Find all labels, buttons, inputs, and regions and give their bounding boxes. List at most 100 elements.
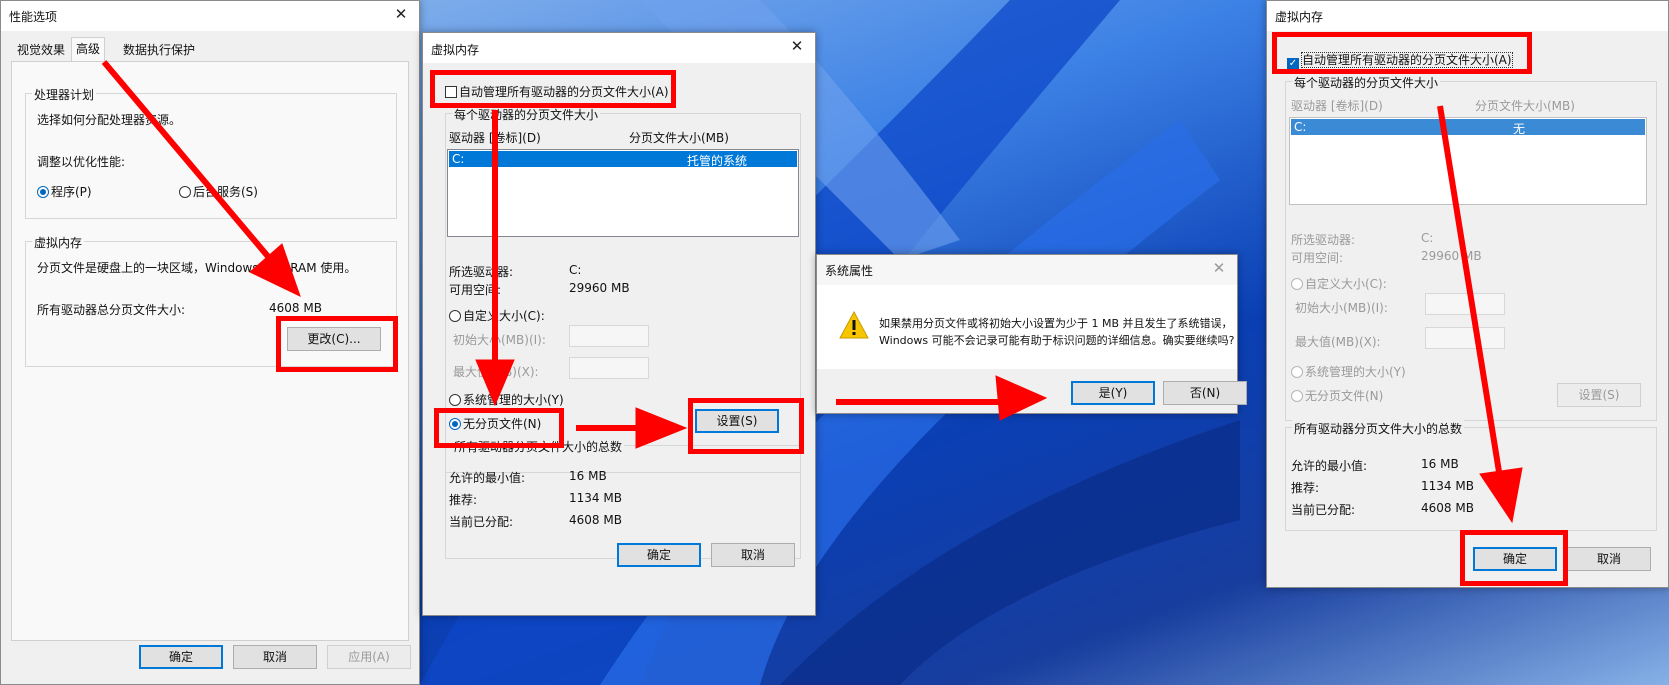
drive-letter: C: bbox=[452, 152, 465, 166]
radio-system-managed[interactable]: 系统管理的大小(Y) bbox=[449, 391, 564, 408]
col-size-header: 分页文件大小(MB) bbox=[1475, 99, 1575, 113]
current-allocated-value: 4608 MB bbox=[1421, 501, 1474, 515]
yes-button[interactable]: 是(Y) bbox=[1071, 381, 1155, 405]
virtual-memory-window-2: 虚拟内存 ✓ 自动管理所有驱动器的分页文件大小(A) 每个驱动器的分页文件大小 驱… bbox=[1266, 0, 1669, 588]
cancel-button[interactable]: 取消 bbox=[711, 543, 795, 567]
close-icon[interactable]: ✕ bbox=[1209, 259, 1229, 277]
checkmark-icon: ✓ bbox=[1287, 58, 1299, 70]
max-size-input[interactable] bbox=[569, 357, 649, 379]
col-drive-header: 驱动器 [卷标](D) bbox=[1291, 99, 1383, 113]
radio-icon bbox=[179, 186, 191, 198]
selected-drive-label: 所选驱动器: bbox=[449, 265, 514, 279]
drive-size: 无 bbox=[1513, 122, 1526, 136]
title-bar: 虚拟内存 ✕ bbox=[423, 33, 815, 63]
drive-list[interactable]: C: 无 bbox=[1289, 117, 1647, 205]
recommended-value: 1134 MB bbox=[1421, 479, 1474, 493]
min-allowed-label: 允许的最小值: bbox=[449, 471, 526, 485]
vm-description: 分页文件是硬盘上的一块区域，Windows 当作 RAM 使用。 bbox=[37, 261, 357, 275]
radio-label: 无分页文件(N) bbox=[463, 417, 542, 431]
radio-no-paging-file[interactable]: 无分页文件(N) bbox=[449, 415, 541, 432]
drive-row[interactable]: C: 托管的系统 bbox=[449, 151, 797, 168]
cancel-button[interactable]: 取消 bbox=[1567, 547, 1651, 571]
window-title: 虚拟内存 bbox=[1275, 10, 1324, 24]
change-button[interactable]: 更改(C)... bbox=[287, 327, 381, 351]
close-icon[interactable]: ✕ bbox=[391, 5, 411, 23]
radio-custom-size[interactable]: 自定义大小(C): bbox=[1291, 275, 1387, 292]
group-title: 所有驱动器分页文件大小的总数 bbox=[452, 438, 625, 455]
initial-size-label: 初始大小(MB)(I): bbox=[1295, 301, 1388, 315]
recommended-value: 1134 MB bbox=[569, 491, 622, 505]
auto-manage-checkbox[interactable]: 自动管理所有驱动器的分页文件大小(A) bbox=[445, 83, 669, 100]
initial-size-input[interactable] bbox=[569, 325, 649, 347]
radio-icon bbox=[1291, 390, 1303, 402]
auto-manage-checkbox[interactable]: ✓ 自动管理所有驱动器的分页文件大小(A) bbox=[1287, 51, 1513, 70]
radio-label: 系统管理的大小(Y) bbox=[463, 393, 564, 407]
radio-label: 后台服务(S) bbox=[193, 185, 258, 199]
window-title: 性能选项 bbox=[9, 10, 58, 24]
group-title: 所有驱动器分页文件大小的总数 bbox=[1292, 420, 1465, 437]
recommended-label: 推荐: bbox=[1291, 481, 1320, 495]
window-title: 系统属性 bbox=[825, 264, 874, 278]
apply-button[interactable]: 应用(A) bbox=[327, 645, 411, 669]
max-size-label: 最大值(MB)(X): bbox=[1295, 335, 1381, 349]
radio-label: 自定义大小(C): bbox=[463, 309, 545, 323]
selected-drive-value: C: bbox=[569, 263, 582, 277]
group-title: 虚拟内存 bbox=[32, 234, 85, 251]
group-title: 每个驱动器的分页文件大小 bbox=[452, 106, 601, 123]
group-title: 每个驱动器的分页文件大小 bbox=[1292, 74, 1441, 91]
radio-custom-size[interactable]: 自定义大小(C): bbox=[449, 307, 545, 324]
radio-system-managed[interactable]: 系统管理的大小(Y) bbox=[1291, 363, 1406, 380]
initial-size-input[interactable] bbox=[1425, 293, 1505, 315]
system-properties-dialog: 系统属性 ✕ 如果禁用分页文件或将初始大小设置为少于 1 MB 并且发生了系统错… bbox=[816, 254, 1247, 414]
checkbox-icon bbox=[445, 86, 457, 98]
radio-no-paging-file[interactable]: 无分页文件(N) bbox=[1291, 387, 1383, 404]
no-button[interactable]: 否(N) bbox=[1163, 381, 1247, 405]
current-allocated-label: 当前已分配: bbox=[449, 515, 514, 529]
close-icon[interactable]: ✕ bbox=[787, 37, 807, 55]
ok-button[interactable]: 确定 bbox=[617, 543, 701, 567]
ok-button[interactable]: 确定 bbox=[1473, 547, 1557, 571]
current-allocated-label: 当前已分配: bbox=[1291, 503, 1356, 517]
drive-size: 托管的系统 bbox=[687, 154, 748, 168]
recommended-label: 推荐: bbox=[449, 493, 478, 507]
drive-row[interactable]: C: 无 bbox=[1291, 119, 1645, 136]
checkbox-label: 自动管理所有驱动器的分页文件大小(A) bbox=[459, 85, 669, 99]
adjust-label: 调整以优化性能: bbox=[37, 155, 126, 169]
current-allocated-value: 4608 MB bbox=[569, 513, 622, 527]
checkbox-label: 自动管理所有驱动器的分页文件大小(A) bbox=[1301, 52, 1513, 68]
performance-options-window: 性能选项 ✕ 视觉效果 高级 数据执行保护 处理器计划 选择如何分配处理器资源。… bbox=[0, 0, 420, 685]
radio-label: 无分页文件(N) bbox=[1305, 389, 1384, 403]
radio-icon bbox=[449, 418, 461, 430]
message-line-2: Windows 可能不会记录可能有助于标识问题的详细信息。确实要继续吗? bbox=[879, 334, 1235, 347]
window-title: 虚拟内存 bbox=[431, 43, 480, 57]
radio-label: 系统管理的大小(Y) bbox=[1305, 365, 1406, 379]
set-button[interactable]: 设置(S) bbox=[695, 409, 779, 433]
tab-visual-effects[interactable]: 视觉效果 bbox=[13, 39, 69, 61]
drive-list[interactable]: C: 托管的系统 bbox=[447, 149, 799, 237]
title-bar: 系统属性 ✕ bbox=[817, 255, 1237, 285]
vm-total-label: 所有驱动器总分页文件大小: bbox=[37, 303, 186, 317]
max-size-input[interactable] bbox=[1425, 327, 1505, 349]
initial-size-label: 初始大小(MB)(I): bbox=[453, 333, 546, 347]
virtual-memory-window-1: 虚拟内存 ✕ 自动管理所有驱动器的分页文件大小(A) 每个驱动器的分页文件大小 … bbox=[422, 32, 816, 616]
vm-total-value: 4608 MB bbox=[269, 301, 322, 315]
tab-dep[interactable]: 数据执行保护 bbox=[119, 39, 199, 61]
tab-advanced[interactable]: 高级 bbox=[71, 37, 106, 62]
col-size-header: 分页文件大小(MB) bbox=[629, 131, 729, 145]
radio-icon bbox=[449, 310, 461, 322]
selected-drive-value: C: bbox=[1421, 231, 1434, 245]
radio-icon bbox=[37, 186, 49, 198]
set-button[interactable]: 设置(S) bbox=[1557, 383, 1641, 407]
drive-letter: C: bbox=[1294, 120, 1307, 134]
free-space-value: 29960 MB bbox=[1421, 249, 1482, 263]
radio-background-services[interactable]: 后台服务(S) bbox=[179, 183, 258, 200]
radio-icon bbox=[1291, 278, 1303, 290]
radio-icon bbox=[449, 394, 461, 406]
max-size-label: 最大值(MB)(X): bbox=[453, 365, 539, 379]
cancel-button[interactable]: 取消 bbox=[233, 645, 317, 669]
radio-programs[interactable]: 程序(P) bbox=[37, 183, 92, 200]
total-size-group: 所有驱动器分页文件大小的总数 bbox=[445, 438, 801, 559]
group-title: 处理器计划 bbox=[32, 86, 97, 103]
min-allowed-value: 16 MB bbox=[1421, 457, 1459, 471]
ok-button[interactable]: 确定 bbox=[139, 645, 223, 669]
